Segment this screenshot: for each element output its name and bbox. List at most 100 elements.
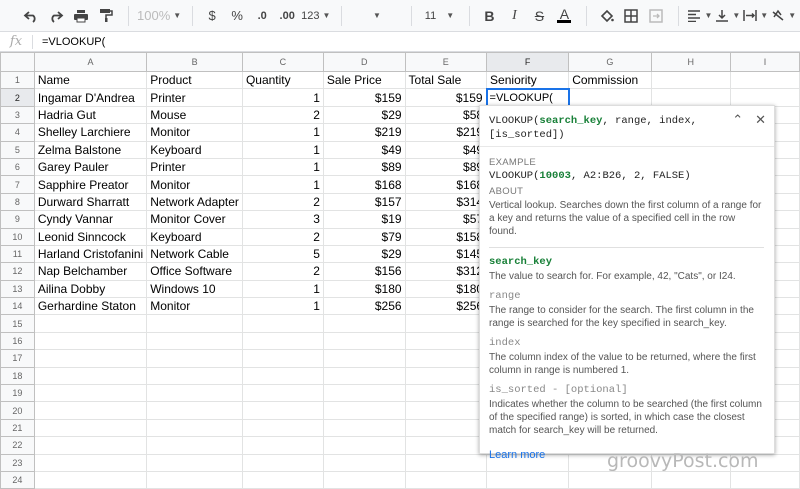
cell-c15[interactable] — [241, 314, 324, 333]
row-header[interactable]: 5 — [0, 140, 35, 159]
cell-a12[interactable]: Nap Belchamber — [33, 262, 148, 281]
cell-e19[interactable] — [404, 384, 488, 403]
cell-e24[interactable] — [404, 470, 488, 489]
cell-a13[interactable]: Ailina Dobby — [33, 279, 148, 299]
row-header[interactable]: 2 — [0, 88, 35, 107]
row-header[interactable]: 13 — [0, 279, 35, 299]
row-header[interactable]: 11 — [0, 244, 35, 264]
cell-i2[interactable] — [730, 88, 800, 107]
cell-a17[interactable] — [33, 349, 148, 368]
increase-decimal-button[interactable]: .00 — [276, 4, 298, 28]
paint-format-icon[interactable] — [95, 4, 117, 28]
decrease-decimal-button[interactable]: .0 — [251, 4, 273, 28]
cell-b11[interactable]: Network Cable — [146, 244, 243, 264]
cell-e17[interactable] — [404, 349, 488, 368]
cell-d16[interactable] — [322, 331, 406, 351]
redo-icon[interactable] — [45, 4, 67, 28]
cell-c16[interactable] — [241, 331, 324, 351]
cell-g24[interactable] — [568, 470, 652, 489]
cell-e23[interactable] — [404, 453, 488, 472]
cell-b18[interactable] — [146, 366, 243, 386]
cell-e21[interactable] — [404, 418, 488, 438]
cell-c20[interactable] — [241, 401, 324, 420]
cell-a21[interactable] — [33, 418, 148, 438]
cell-h1[interactable] — [650, 70, 732, 90]
italic-button[interactable]: I — [503, 4, 525, 28]
cell-e18[interactable] — [404, 366, 488, 386]
text-color-button[interactable]: A — [553, 4, 575, 28]
cell-a6[interactable]: Garey Pauler — [33, 157, 148, 177]
cell-g1[interactable]: Commission — [568, 70, 652, 90]
select-all-corner[interactable] — [0, 52, 35, 72]
cell-a7[interactable]: Sapphire Preator — [33, 175, 148, 194]
cell-c23[interactable] — [241, 453, 324, 472]
currency-button[interactable]: $ — [201, 4, 223, 28]
cell-d21[interactable] — [322, 418, 406, 438]
cell-d23[interactable] — [322, 453, 406, 472]
row-header[interactable]: 10 — [0, 227, 35, 246]
cell-d4[interactable]: $219 — [322, 123, 406, 142]
row-header[interactable]: 16 — [0, 331, 35, 351]
formula-input[interactable]: =VLOOKUP( — [42, 36, 105, 48]
cell-d6[interactable]: $89 — [322, 157, 406, 177]
cell-i24[interactable] — [730, 470, 800, 489]
vertical-align-icon[interactable]: ▼ — [715, 4, 740, 28]
cell-a24[interactable] — [33, 470, 148, 489]
cell-e4[interactable]: $219 — [404, 123, 488, 142]
percent-button[interactable]: % — [226, 4, 248, 28]
cell-a23[interactable] — [33, 453, 148, 472]
column-header-c[interactable]: C — [241, 52, 324, 72]
row-header[interactable]: 17 — [0, 349, 35, 368]
cell-b3[interactable]: Mouse — [146, 105, 243, 125]
cell-i1[interactable] — [730, 70, 800, 90]
cell-b23[interactable] — [146, 453, 243, 472]
text-rotation-icon[interactable]: ▼ — [771, 4, 796, 28]
cell-g2[interactable] — [568, 88, 652, 107]
cell-a19[interactable] — [33, 384, 148, 403]
cell-a10[interactable]: Leonid Sinncock — [33, 227, 148, 246]
cell-e8[interactable]: $314 — [404, 192, 488, 212]
cell-e7[interactable]: $168 — [404, 175, 488, 194]
cell-c24[interactable] — [241, 470, 324, 489]
cell-a3[interactable]: Hadria Gut — [33, 105, 148, 125]
cell-c7[interactable]: 1 — [241, 175, 324, 194]
cell-a4[interactable]: Shelley Larchiere — [33, 123, 148, 142]
borders-icon[interactable] — [620, 4, 642, 28]
cell-e2[interactable]: $159 — [404, 88, 488, 107]
row-header[interactable]: 19 — [0, 384, 35, 403]
cell-b16[interactable] — [146, 331, 243, 351]
cell-a1[interactable]: Name — [33, 70, 148, 90]
cell-c6[interactable]: 1 — [241, 157, 324, 177]
cell-c13[interactable]: 1 — [241, 279, 324, 299]
row-header[interactable]: 7 — [0, 175, 35, 194]
cell-h2[interactable] — [650, 88, 732, 107]
row-header[interactable]: 15 — [0, 314, 35, 333]
cell-b22[interactable] — [146, 436, 243, 455]
horizontal-align-icon[interactable]: ▼ — [687, 4, 712, 28]
cell-b2[interactable]: Printer — [146, 88, 243, 107]
cell-b17[interactable] — [146, 349, 243, 368]
row-header[interactable]: 1 — [0, 70, 35, 90]
bold-button[interactable]: B — [478, 4, 500, 28]
row-header[interactable]: 8 — [0, 192, 35, 212]
cell-c12[interactable]: 2 — [241, 262, 324, 281]
cell-c18[interactable] — [241, 366, 324, 386]
row-header[interactable]: 6 — [0, 157, 35, 177]
column-header-e[interactable]: E — [404, 52, 488, 72]
cell-b1[interactable]: Product — [146, 70, 243, 90]
cell-a22[interactable] — [33, 436, 148, 455]
cell-b7[interactable]: Monitor — [146, 175, 243, 194]
text-wrap-icon[interactable]: ▼ — [743, 4, 768, 28]
cell-b10[interactable]: Keyboard — [146, 227, 243, 246]
cell-e16[interactable] — [404, 331, 488, 351]
learn-more-link[interactable]: Learn more — [489, 449, 545, 461]
cell-e3[interactable]: $58 — [404, 105, 488, 125]
cell-a9[interactable]: Cyndy Vannar — [33, 210, 148, 229]
cell-b12[interactable]: Office Software — [146, 262, 243, 281]
row-header[interactable]: 23 — [0, 453, 35, 472]
cell-e13[interactable]: $180 — [404, 279, 488, 299]
cell-e14[interactable]: $256 — [404, 297, 488, 316]
column-header-i[interactable]: I — [730, 52, 800, 72]
cell-a18[interactable] — [33, 366, 148, 386]
cell-d12[interactable]: $156 — [322, 262, 406, 281]
